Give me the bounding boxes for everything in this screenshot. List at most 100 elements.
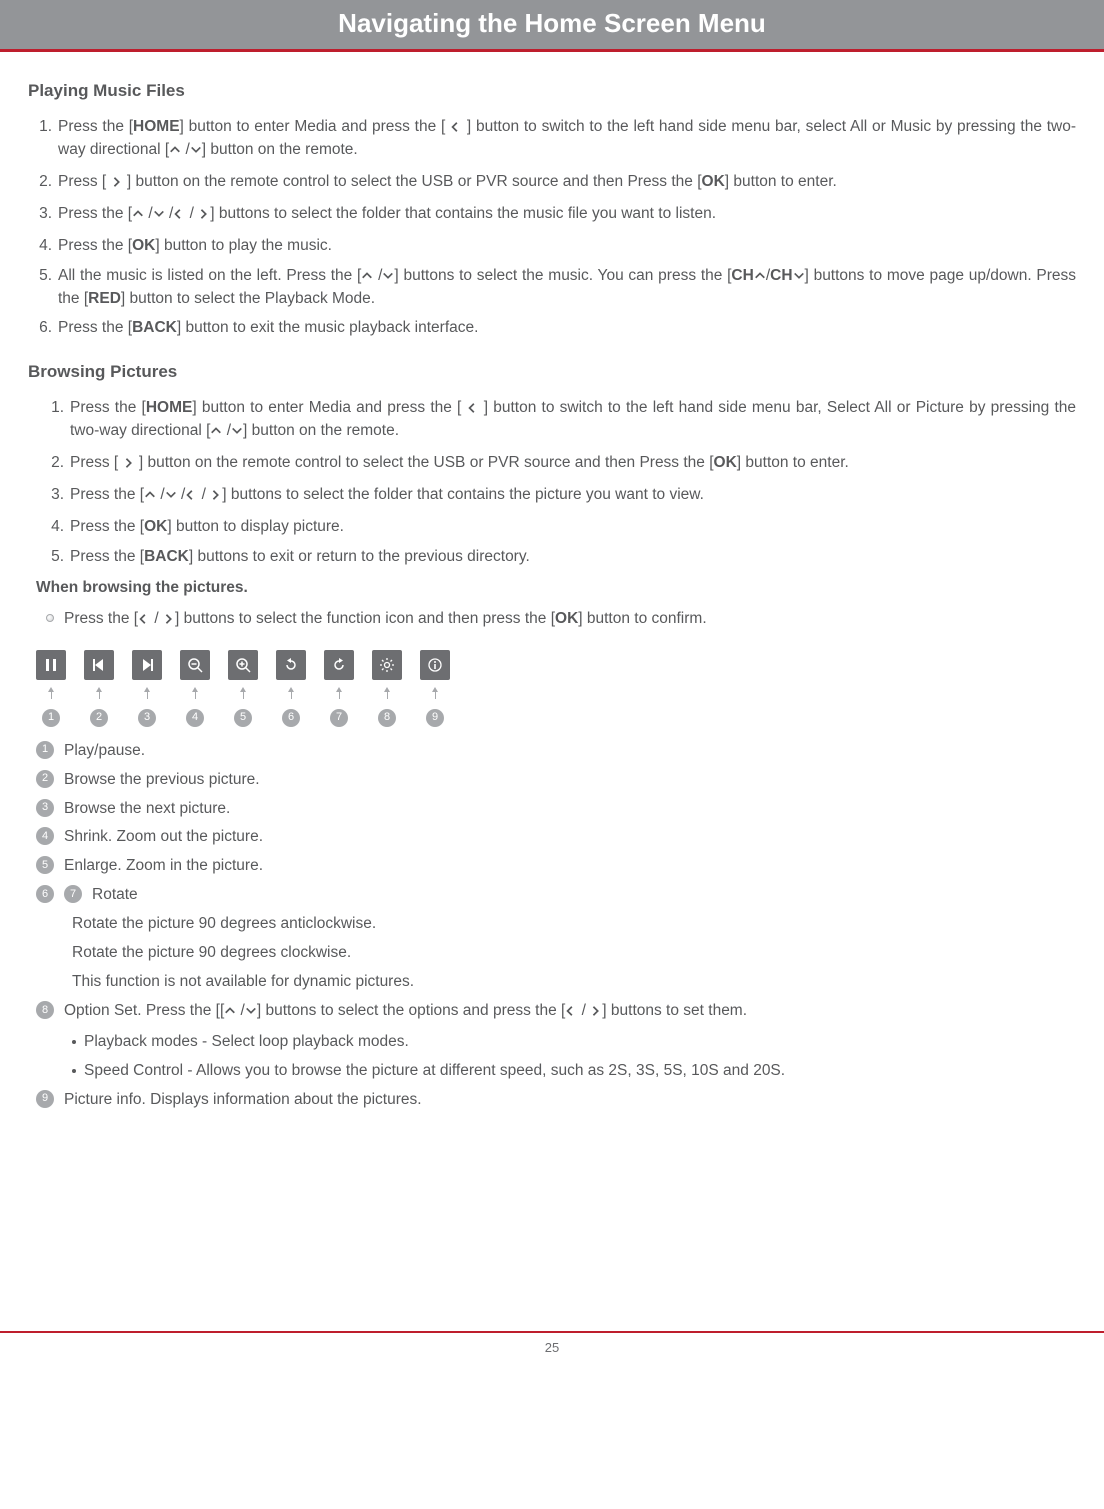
toolbar-number-badge: 3 (138, 709, 156, 727)
music-step-3: Press the [ / / / ] buttons to select th… (58, 204, 1076, 227)
zoom-out-icon[interactable] (180, 650, 210, 680)
pictures-step-1: Press the [HOME] button to enter Media a… (70, 398, 1076, 444)
toolbar-item-4: 4 (180, 650, 210, 727)
chevron-left-icon (138, 611, 150, 632)
legend-sub-67a: Rotate the picture 90 degrees anticlockw… (72, 914, 1076, 935)
toolbar-item-6: 6 (276, 650, 306, 727)
zoom-in-icon[interactable] (228, 650, 258, 680)
callout-arrow-icon (435, 690, 436, 699)
sub-heading-browsing: When browsing the pictures. (36, 578, 1076, 599)
legend-sub-67b: Rotate the picture 90 degrees clockwise. (72, 943, 1076, 964)
toolbar-legend: 1 Play/pause. 2 Browse the previous pictur… (36, 741, 1076, 1111)
music-step-5: All the music is listed on the left. Pre… (58, 266, 1076, 310)
chevron-down-icon (153, 206, 165, 227)
legend-text-2: Browse the previous picture. (64, 770, 1076, 791)
chevron-down-icon (793, 268, 805, 289)
toolbar-number-badge: 8 (378, 709, 396, 727)
legend-badge-3: 3 (36, 799, 54, 817)
pictures-step-3: Press the [ / / / ] buttons to select th… (70, 485, 1076, 508)
pictures-step-4: Press the [OK] button to display picture… (70, 517, 1076, 538)
footer-divider (0, 1331, 1104, 1333)
toolbar-item-7: 7 (324, 650, 354, 727)
pause-icon[interactable] (36, 650, 66, 680)
toolbar-number-badge: 5 (234, 709, 252, 727)
next-icon[interactable] (132, 650, 162, 680)
toolbar-number-badge: 4 (186, 709, 204, 727)
chevron-right-icon (123, 455, 135, 476)
rotate-ccw-icon[interactable] (276, 650, 306, 680)
chevron-left-icon (173, 206, 185, 227)
callout-arrow-icon (147, 690, 148, 699)
page-header-banner: Navigating the Home Screen Menu (0, 0, 1104, 49)
info-icon[interactable] (420, 650, 450, 680)
legend-badge-7: 7 (64, 885, 82, 903)
toolbar-item-9: 9 (420, 650, 450, 727)
chevron-up-icon (144, 487, 156, 508)
chevron-down-icon (231, 423, 243, 444)
chevron-down-icon (190, 142, 202, 163)
rotate-cw-icon[interactable] (324, 650, 354, 680)
chevron-right-icon (590, 1003, 602, 1024)
chevron-up-icon (361, 268, 373, 289)
legend-text-8: Option Set. Press the [[ /] buttons to s… (64, 1001, 1076, 1024)
toolbar-item-1: 1 (36, 650, 66, 727)
callout-arrow-icon (339, 690, 340, 699)
toolbar-number-badge: 2 (90, 709, 108, 727)
legend-sub-8b: Speed Control - Allows you to browse the… (72, 1061, 1076, 1082)
chevron-right-icon (163, 611, 175, 632)
bullet-function-icon: Press the [ / ] buttons to select the fu… (46, 609, 1076, 632)
music-step-4: Press the [OK] button to play the music. (58, 236, 1076, 257)
chevron-left-icon (185, 487, 197, 508)
header-divider (0, 49, 1104, 52)
music-step-2: Press [ ] button on the remote control t… (58, 172, 1076, 195)
chevron-up-icon (754, 268, 766, 289)
legend-badge-1: 1 (36, 741, 54, 759)
legend-badge-4: 4 (36, 827, 54, 845)
callout-arrow-icon (291, 690, 292, 699)
chevron-left-icon (467, 400, 479, 421)
toolbar-item-2: 2 (84, 650, 114, 727)
music-steps-list: Press the [HOME] button to enter Media a… (28, 117, 1076, 339)
chevron-right-icon (111, 174, 123, 195)
chevron-down-icon (245, 1003, 257, 1024)
section-title-pictures: Browsing Pictures (28, 361, 1076, 384)
chevron-up-icon (132, 206, 144, 227)
music-step-6: Press the [BACK] button to exit the musi… (58, 318, 1076, 339)
callout-arrow-icon (387, 690, 388, 699)
page-number: 25 (28, 1339, 1076, 1357)
picture-toolbar: 1 2 3 4 5 6 7 8 9 (36, 650, 1076, 727)
callout-arrow-icon (99, 690, 100, 699)
chevron-right-icon (210, 487, 222, 508)
legend-text-3: Browse the next picture. (64, 799, 1076, 820)
legend-text-1: Play/pause. (64, 741, 1076, 762)
chevron-down-icon (165, 487, 177, 508)
toolbar-item-3: 3 (132, 650, 162, 727)
legend-text-67: Rotate (92, 885, 1076, 906)
legend-sub-67c: This function is not available for dynam… (72, 972, 1076, 993)
legend-text-5: Enlarge. Zoom in the picture. (64, 856, 1076, 877)
chevron-right-icon (198, 206, 210, 227)
chevron-up-icon (224, 1003, 236, 1024)
legend-badge-6: 6 (36, 885, 54, 903)
toolbar-number-badge: 7 (330, 709, 348, 727)
legend-badge-9: 9 (36, 1090, 54, 1108)
toolbar-item-5: 5 (228, 650, 258, 727)
callout-arrow-icon (51, 690, 52, 699)
pictures-step-5: Press the [BACK] buttons to exit or retu… (70, 547, 1076, 568)
callout-arrow-icon (195, 690, 196, 699)
chevron-up-icon (210, 423, 222, 444)
legend-badge-2: 2 (36, 770, 54, 788)
toolbar-item-8: 8 (372, 650, 402, 727)
legend-text-9: Picture info. Displays information about… (64, 1090, 1076, 1111)
toolbar-number-badge: 9 (426, 709, 444, 727)
pictures-steps-list: Press the [HOME] button to enter Media a… (28, 398, 1076, 568)
section-title-music: Playing Music Files (28, 80, 1076, 103)
pictures-step-2: Press [ ] button on the remote control t… (70, 453, 1076, 476)
chevron-up-icon (169, 142, 181, 163)
prev-icon[interactable] (84, 650, 114, 680)
chevron-left-icon (565, 1003, 577, 1024)
gear-icon[interactable] (372, 650, 402, 680)
toolbar-number-badge: 6 (282, 709, 300, 727)
legend-text-4: Shrink. Zoom out the picture. (64, 827, 1076, 848)
chevron-left-icon (450, 119, 462, 140)
